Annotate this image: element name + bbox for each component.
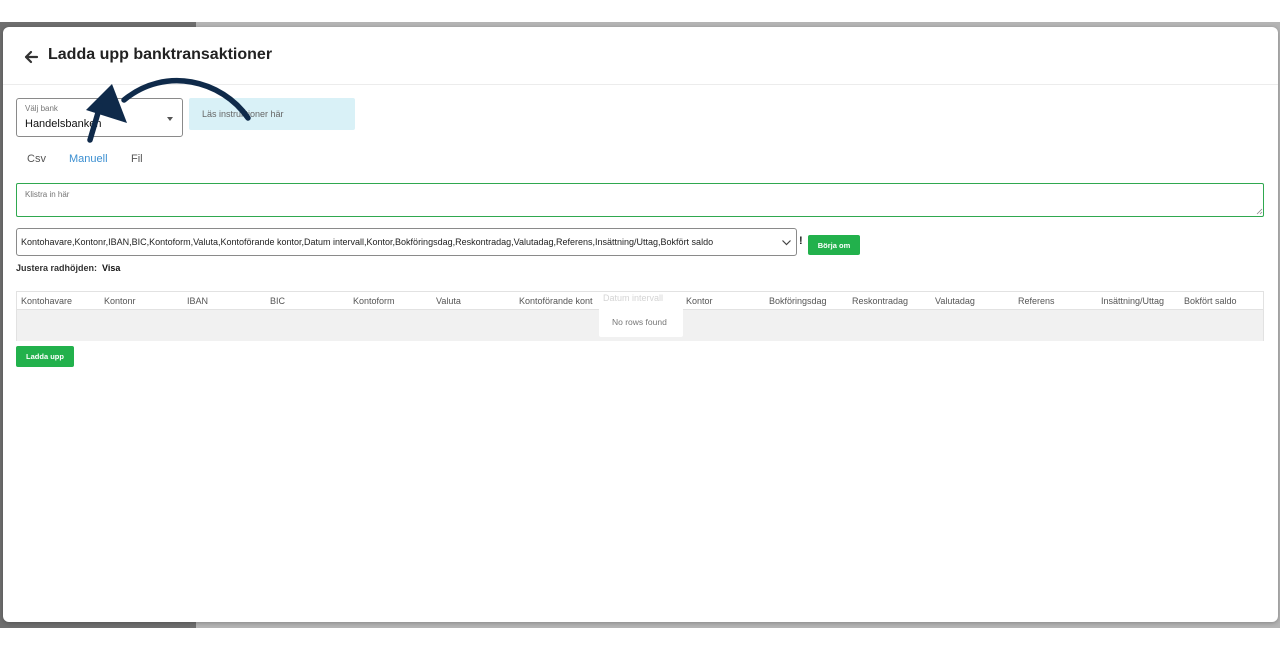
- column-header[interactable]: Kontoform: [353, 296, 395, 306]
- no-rows-overlay: No rows found: [599, 304, 683, 337]
- column-header[interactable]: Bokfört saldo: [1184, 296, 1237, 306]
- transactions-grid: Kontohavare Kontonr IBAN BIC Kontoform V…: [16, 291, 1264, 341]
- back-arrow-icon[interactable]: [23, 49, 39, 65]
- row-height-control: Justera radhöjden: Visa: [16, 263, 120, 273]
- dialog-header: Ladda upp banktransaktioner: [3, 27, 1278, 85]
- column-header[interactable]: Kontoförande kont: [519, 296, 593, 306]
- no-rows-message: No rows found: [612, 317, 667, 327]
- column-header[interactable]: Kontohavare: [21, 296, 72, 306]
- caret-down-icon: [167, 117, 173, 121]
- upload-dialog: Ladda upp banktransaktioner Välj bank Ha…: [3, 27, 1278, 622]
- column-header[interactable]: Referens: [1018, 296, 1055, 306]
- column-header[interactable]: IBAN: [187, 296, 208, 306]
- column-order-value: Kontohavare,Kontonr,IBAN,BIC,Kontoform,V…: [21, 237, 714, 247]
- tab-manuell[interactable]: Manuell: [69, 153, 108, 165]
- bank-select-label: Välj bank: [25, 104, 58, 113]
- row-height-label: Justera radhöjden:: [16, 263, 98, 273]
- column-order-select[interactable]: Kontohavare,Kontonr,IBAN,BIC,Kontoform,V…: [16, 228, 797, 256]
- tab-csv[interactable]: Csv: [27, 153, 46, 165]
- restart-button[interactable]: Börja om: [808, 235, 860, 255]
- column-header[interactable]: Reskontradag: [852, 296, 908, 306]
- resize-grip-icon[interactable]: [1256, 208, 1263, 215]
- column-header[interactable]: Insättning/Uttag: [1101, 296, 1164, 306]
- column-header[interactable]: Valutadag: [935, 296, 975, 306]
- paste-input[interactable]: [16, 183, 1264, 217]
- dialog-title: Ladda upp banktransaktioner: [48, 46, 273, 63]
- instructions-link[interactable]: Läs instruktioner här: [202, 109, 284, 119]
- column-header[interactable]: Bokföringsdag: [769, 296, 827, 306]
- instructions-box[interactable]: Läs instruktioner här: [189, 98, 355, 130]
- column-header-ghost: Datum intervall: [603, 293, 664, 303]
- upload-button[interactable]: Ladda upp: [16, 346, 74, 367]
- row-height-show-link[interactable]: Visa: [102, 263, 120, 273]
- tab-fil[interactable]: Fil: [131, 153, 143, 165]
- column-header[interactable]: Kontor: [686, 296, 713, 306]
- column-header[interactable]: Valuta: [436, 296, 461, 306]
- bank-select-value: Handelsbanken: [25, 118, 102, 130]
- chevron-down-icon: [782, 240, 791, 246]
- column-header[interactable]: BIC: [270, 296, 285, 306]
- bank-select[interactable]: Välj bank Handelsbanken: [16, 98, 183, 137]
- warning-icon: !: [799, 235, 803, 247]
- column-header[interactable]: Kontonr: [104, 296, 136, 306]
